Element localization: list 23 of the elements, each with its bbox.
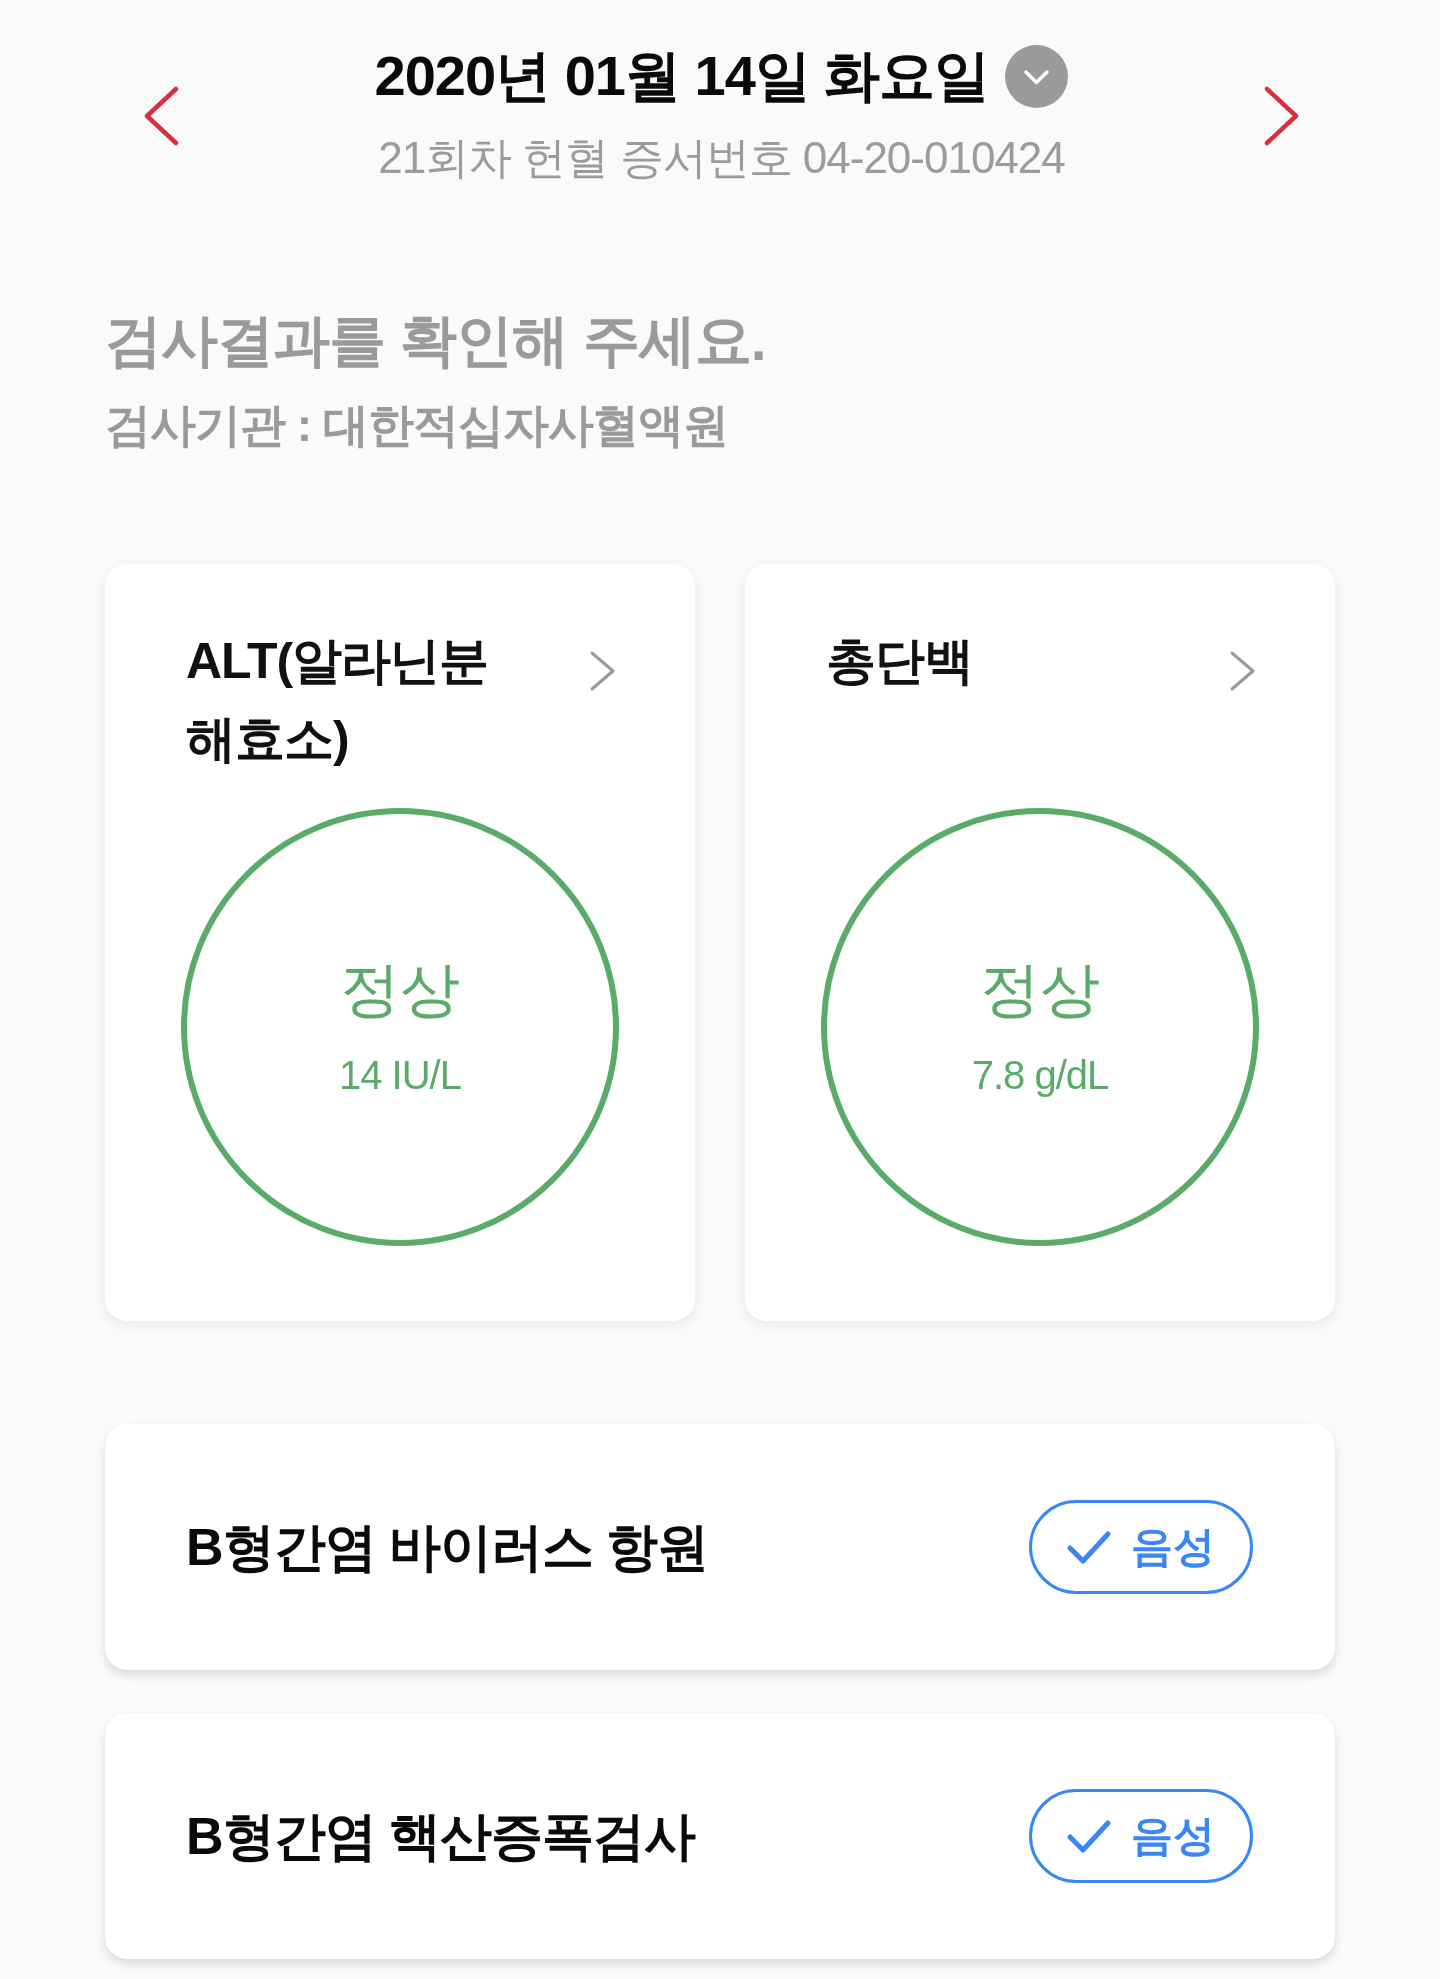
results-heading: 검사결과를 확인해 주세요. <box>105 307 766 374</box>
result-card[interactable]: ALT(알라닌분해효소) 정상 14 IU/L <box>105 564 695 1321</box>
chevron-right-icon[interactable] <box>1264 86 1300 146</box>
test-name: ALT(알라닌분해효소) <box>186 632 490 769</box>
test-name: 총단백 <box>826 632 974 691</box>
check-icon <box>1067 1529 1111 1565</box>
result-label: 음성 <box>1131 1522 1215 1572</box>
chevron-right-icon <box>1229 650 1256 692</box>
chevron-down-circle-icon[interactable] <box>1005 44 1069 108</box>
check-icon <box>1067 1818 1111 1854</box>
status-label: 정상 <box>340 955 460 1025</box>
result-label: 음성 <box>1131 1811 1215 1861</box>
chevron-right-icon <box>589 650 616 692</box>
result-value: 14 IU/L <box>339 1052 461 1099</box>
status-label: 정상 <box>980 955 1100 1025</box>
test-name: B형간염 바이러스 항원 <box>186 1517 709 1578</box>
result-value: 7.8 g/dL <box>971 1052 1109 1099</box>
donation-subtitle: 21회차 헌혈 증서번호 04-20-010424 <box>378 132 1065 184</box>
result-card[interactable]: 총단백 정상 7.8 g/dL <box>745 564 1335 1321</box>
test-name: B형간염 핵산증폭검사 <box>186 1806 695 1867</box>
institution-label: 검사기관 : 대한적십자사혈액원 <box>105 398 728 453</box>
date-title: 2020년 01월 14일 화요일 <box>374 43 990 109</box>
chevron-left-icon[interactable] <box>143 86 179 146</box>
